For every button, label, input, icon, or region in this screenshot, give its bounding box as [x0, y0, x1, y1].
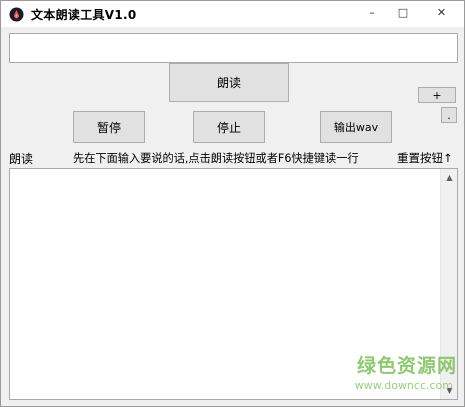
scroll-up-icon[interactable]: ▲	[441, 169, 457, 186]
pause-button[interactable]: 暂停	[73, 111, 145, 143]
app-window: 文本朗读工具V1.0 – □ ✕ 朗读 + . 暂停 停止 输出wav 朗读 先…	[0, 0, 465, 407]
reset-button[interactable]: .	[441, 107, 457, 123]
instruction-label: 先在下面输入要说的话,点击朗读按钮或者F6快捷键读一行	[73, 152, 359, 165]
window-title: 文本朗读工具V1.0	[31, 8, 137, 22]
read-button[interactable]: 朗读	[169, 63, 289, 102]
app-drop-icon	[9, 7, 24, 22]
single-line-input[interactable]	[9, 33, 458, 63]
export-wav-button[interactable]: 输出wav	[320, 111, 392, 143]
reset-hint-label: 重置按钮↑	[397, 151, 453, 165]
title-bar[interactable]: 文本朗读工具V1.0 – □ ✕	[1, 1, 464, 27]
watermark-url: www.downcc.com	[354, 379, 453, 392]
stop-button[interactable]: 停止	[193, 111, 265, 143]
watermark-name: 绿色资源网	[356, 355, 457, 377]
watermark: 绿色资源网 www.downcc.com	[319, 351, 459, 399]
minimize-button[interactable]: –	[357, 1, 387, 23]
read-label: 朗读	[9, 152, 34, 166]
plus-button[interactable]: +	[418, 87, 456, 103]
close-button[interactable]: ✕	[419, 1, 464, 23]
maximize-button[interactable]: □	[388, 1, 418, 23]
